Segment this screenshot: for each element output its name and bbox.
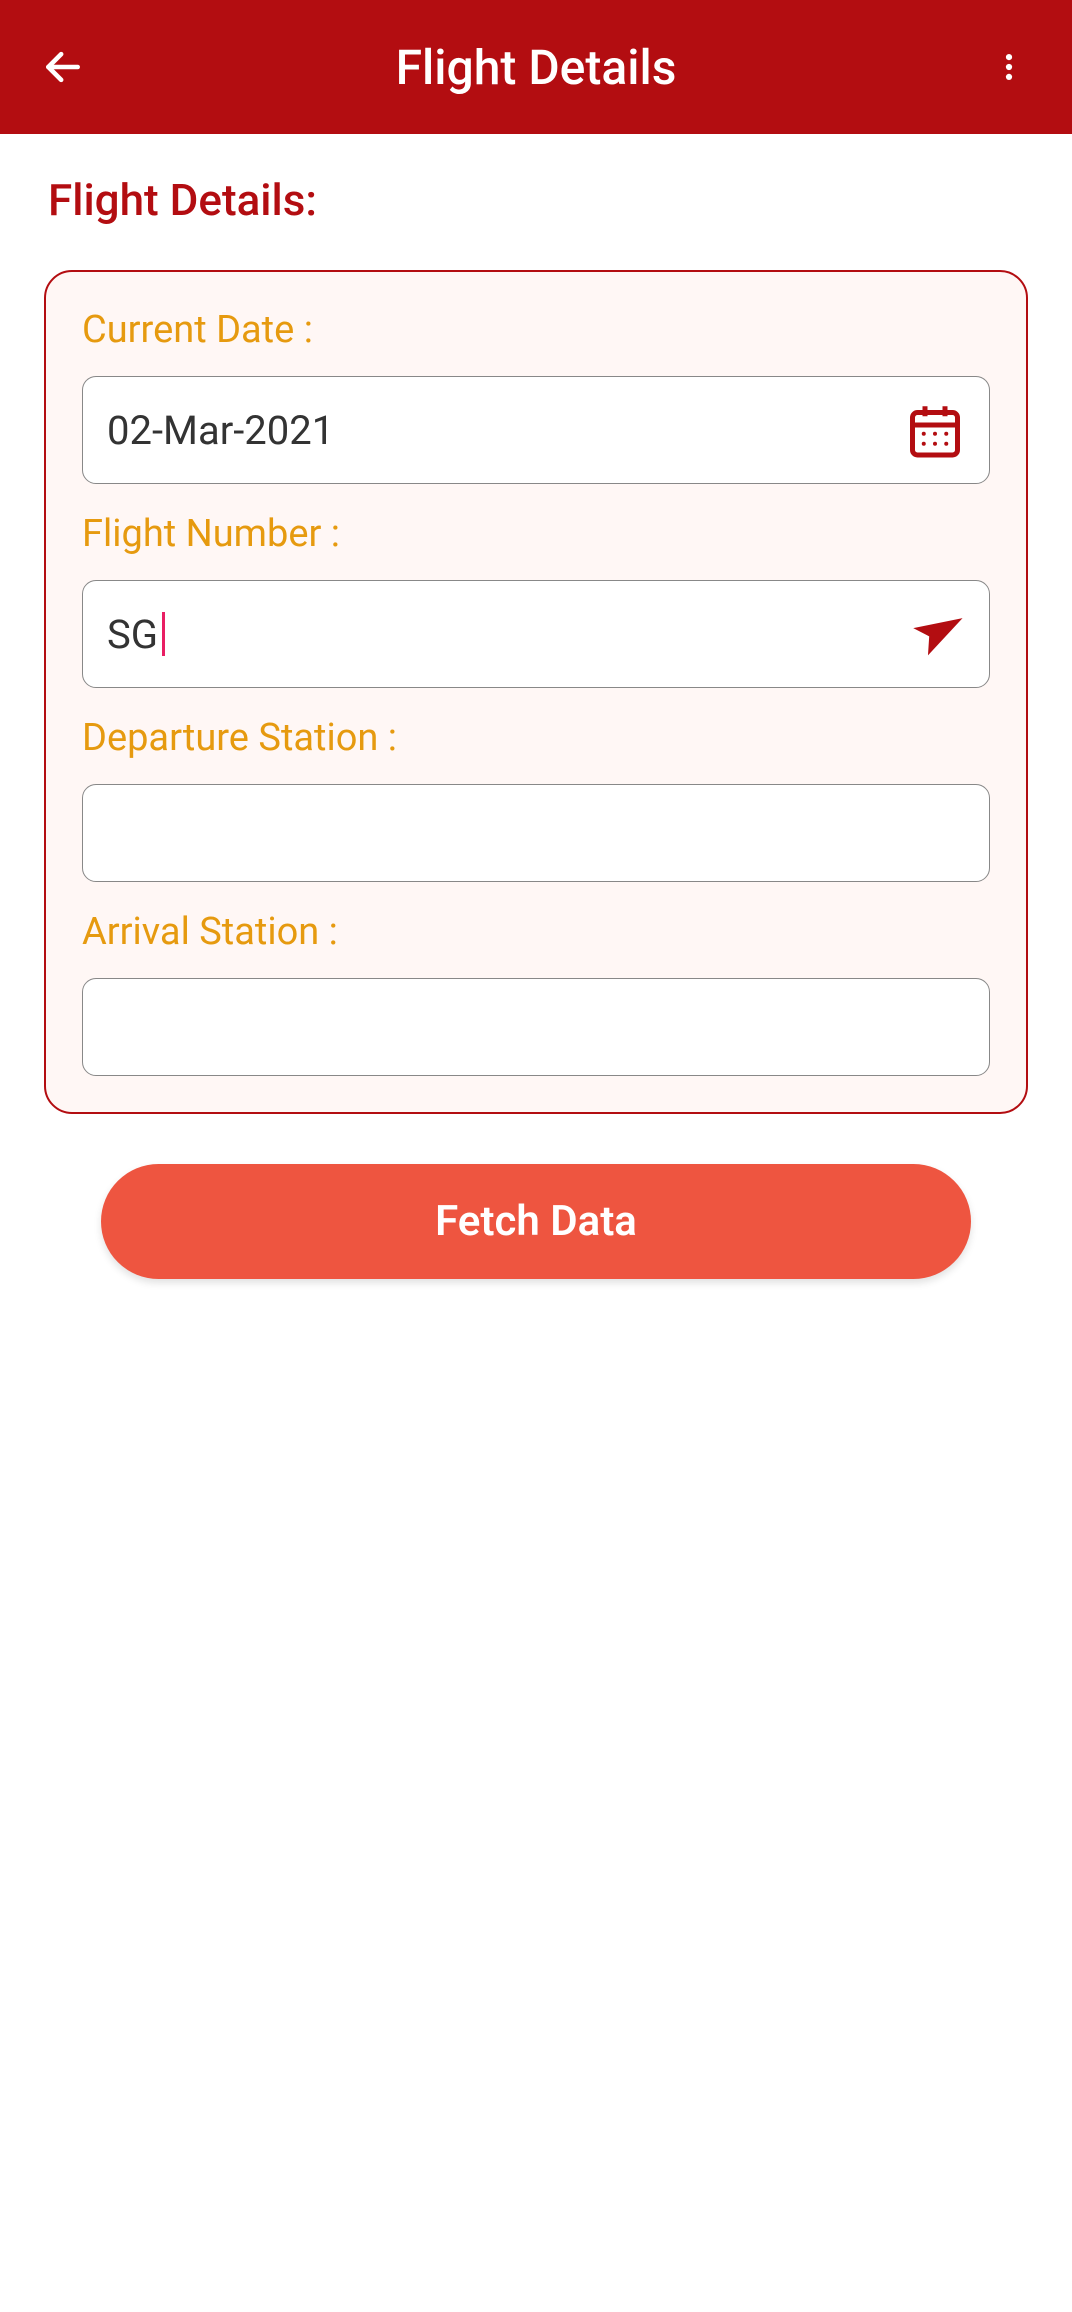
app-header: Flight Details — [0, 0, 1072, 134]
flight-number-prefix: SG — [107, 611, 158, 658]
section-title: Flight Details: — [48, 174, 1028, 226]
current-date-group: Current Date : 02-Mar-2021 — [82, 308, 990, 484]
content-area: Flight Details: Current Date : 02-Mar-20… — [0, 134, 1072, 1279]
calendar-icon[interactable] — [905, 400, 965, 460]
arrival-station-group: Arrival Station : — [82, 910, 990, 1076]
current-date-input[interactable]: 02-Mar-2021 — [82, 376, 990, 484]
more-vert-icon[interactable] — [984, 42, 1034, 92]
departure-station-label: Departure Station : — [82, 716, 990, 760]
flight-details-card: Current Date : 02-Mar-2021 — [44, 270, 1028, 1114]
flight-number-input[interactable]: SG — [82, 580, 990, 688]
text-cursor — [162, 612, 165, 656]
page-title: Flight Details — [88, 39, 984, 96]
flight-number-group: Flight Number : SG — [82, 512, 990, 688]
current-date-value: 02-Mar-2021 — [107, 407, 905, 454]
back-icon[interactable] — [38, 42, 88, 92]
departure-station-input[interactable] — [82, 784, 990, 882]
flight-number-label: Flight Number : — [82, 512, 990, 556]
departure-station-group: Departure Station : — [82, 716, 990, 882]
current-date-label: Current Date : — [82, 308, 990, 352]
arrival-station-label: Arrival Station : — [82, 910, 990, 954]
fetch-data-button[interactable]: Fetch Data — [101, 1164, 971, 1279]
arrival-station-input[interactable] — [82, 978, 990, 1076]
plane-icon — [905, 604, 965, 664]
